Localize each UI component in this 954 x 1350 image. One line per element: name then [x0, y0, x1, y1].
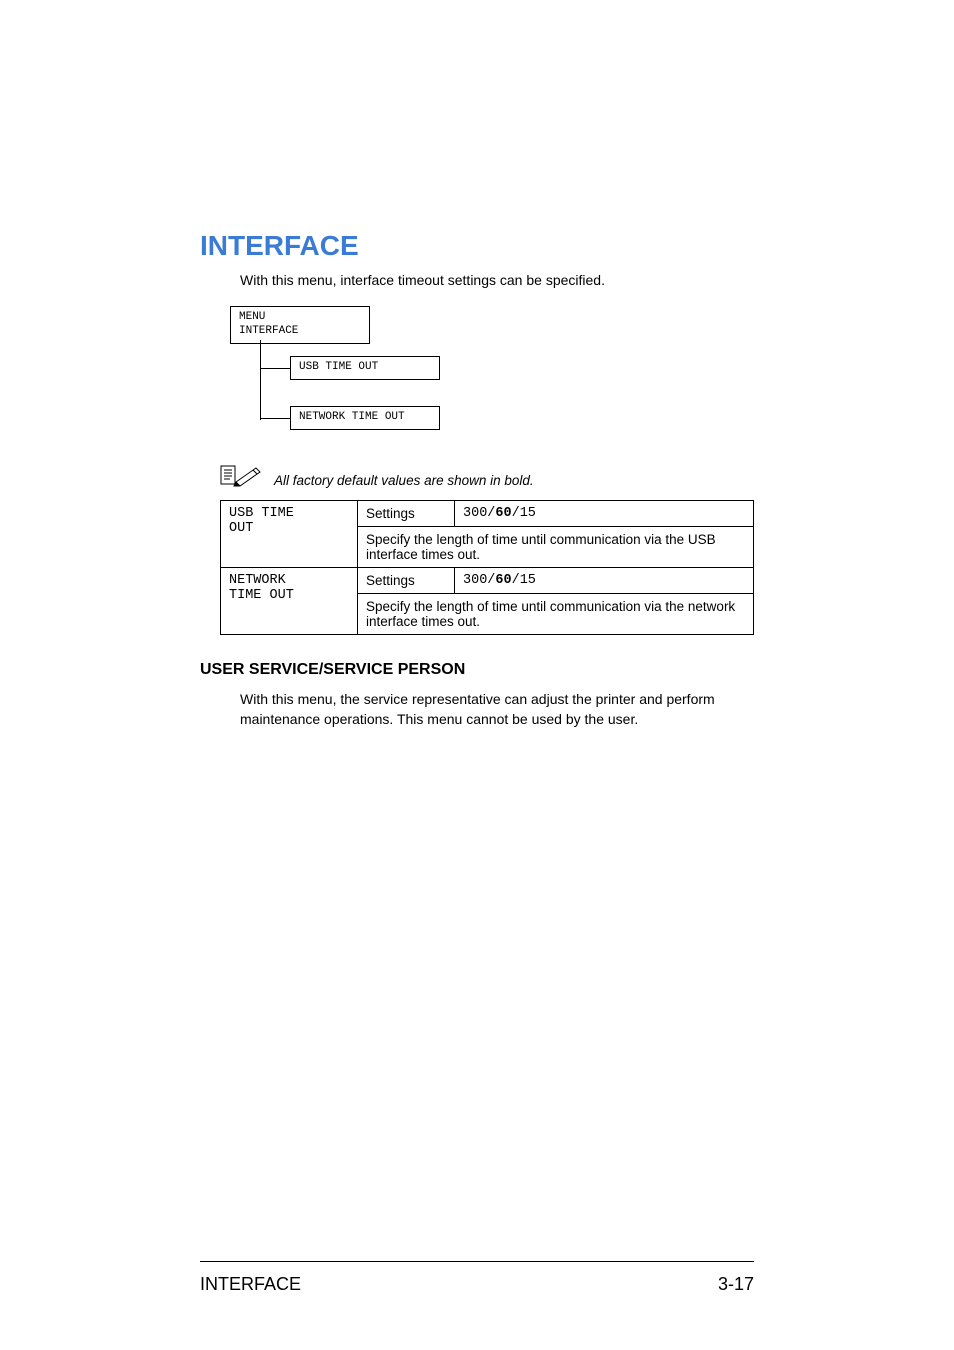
table-row: NETWORK TIME OUT Settings 300/60/15	[221, 568, 754, 594]
tree-child-label: USB TIME OUT	[299, 361, 378, 373]
value-part: 300/	[463, 506, 495, 521]
page-footer: INTERFACE 3-17	[200, 1274, 754, 1295]
settings-value-cell: 300/60/15	[455, 501, 754, 527]
settings-label-cell: Settings	[358, 501, 455, 527]
settings-desc-cell: Specify the length of time until communi…	[358, 527, 754, 568]
settings-table: USB TIME OUT Settings 300/60/15 Specify …	[220, 500, 754, 635]
tree-connector	[260, 340, 261, 420]
settings-label-cell: Settings	[358, 568, 455, 594]
settings-desc-cell: Specify the length of time until communi…	[358, 594, 754, 635]
value-part: 300/	[463, 573, 495, 588]
setting-key-cell: NETWORK TIME OUT	[221, 568, 358, 635]
note-text: All factory default values are shown in …	[274, 473, 534, 488]
subsection-text: With this menu, the service representati…	[240, 689, 754, 730]
page: INTERFACE With this menu, interface time…	[0, 0, 954, 1350]
tree-connector	[260, 418, 290, 419]
value-default: 60	[495, 506, 511, 521]
tree-child-box: USB TIME OUT	[290, 356, 440, 380]
footer-right: 3-17	[718, 1274, 754, 1295]
table-row: USB TIME OUT Settings 300/60/15	[221, 501, 754, 527]
tree-root-box: MENU INTERFACE	[230, 306, 370, 344]
setting-key-line: USB TIME	[229, 506, 349, 521]
tree-root-line1: MENU	[239, 311, 361, 325]
note-row: All factory default values are shown in …	[220, 462, 754, 488]
setting-key-line: OUT	[229, 521, 349, 536]
note-pencil-icon	[220, 462, 262, 488]
setting-key-line: NETWORK	[229, 573, 349, 588]
value-default: 60	[495, 573, 511, 588]
tree-connector	[260, 368, 290, 369]
footer-left: INTERFACE	[200, 1274, 301, 1295]
value-part: /15	[512, 573, 536, 588]
footer-rule	[200, 1261, 754, 1262]
tree-child-box: NETWORK TIME OUT	[290, 406, 440, 430]
setting-key-cell: USB TIME OUT	[221, 501, 358, 568]
tree-child-label: NETWORK TIME OUT	[299, 411, 405, 423]
value-part: /15	[512, 506, 536, 521]
section-heading: INTERFACE	[200, 230, 754, 262]
menu-tree: MENU INTERFACE USB TIME OUT NETWORK TIME…	[230, 306, 754, 436]
settings-value-cell: 300/60/15	[455, 568, 754, 594]
intro-text: With this menu, interface timeout settin…	[240, 272, 754, 288]
subsection-heading: USER SERVICE/SERVICE PERSON	[200, 661, 754, 679]
setting-key-line: TIME OUT	[229, 588, 349, 603]
tree-root-line2: INTERFACE	[239, 325, 361, 339]
